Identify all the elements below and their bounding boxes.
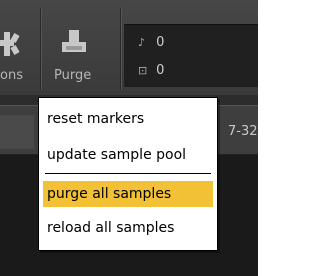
toolbar-divider <box>40 8 42 90</box>
menu-item-purge-all-samples[interactable]: purge all samples <box>43 181 213 207</box>
menu-item-reload-all-samples[interactable]: reload all samples <box>43 215 213 241</box>
purge-icon[interactable] <box>60 28 88 58</box>
options-button-label[interactable]: ons <box>0 68 23 83</box>
memory-counter: ⊡ 0 <box>138 63 164 78</box>
memory-icon: ⊡ <box>138 64 148 77</box>
instrument-tab[interactable] <box>0 115 34 149</box>
note-icon: ♪ <box>138 36 146 49</box>
voices-value: 0 <box>156 35 165 50</box>
memory-value: 0 <box>156 63 165 78</box>
menu-item-update-sample-pool[interactable]: update sample pool <box>43 142 213 168</box>
toolbar-divider <box>120 8 122 90</box>
gear-icon[interactable] <box>0 30 22 58</box>
toolbar: ons Purge ♪ 0 ⊡ 0 <box>0 0 258 95</box>
voice-memory-counters: ♪ 0 ⊡ 0 <box>124 24 258 87</box>
purge-menu: reset markers update sample pool purge a… <box>38 97 218 251</box>
voices-counter: ♪ 0 <box>138 35 164 50</box>
midi-channel-range: 7-32 <box>228 124 258 139</box>
purge-button-label[interactable]: Purge <box>54 68 91 83</box>
menu-separator <box>45 173 211 174</box>
menu-item-reset-markers[interactable]: reset markers <box>43 106 213 132</box>
instrument-panel: ons Purge ♪ 0 ⊡ 0 7-32 reset markers upd… <box>0 0 258 276</box>
